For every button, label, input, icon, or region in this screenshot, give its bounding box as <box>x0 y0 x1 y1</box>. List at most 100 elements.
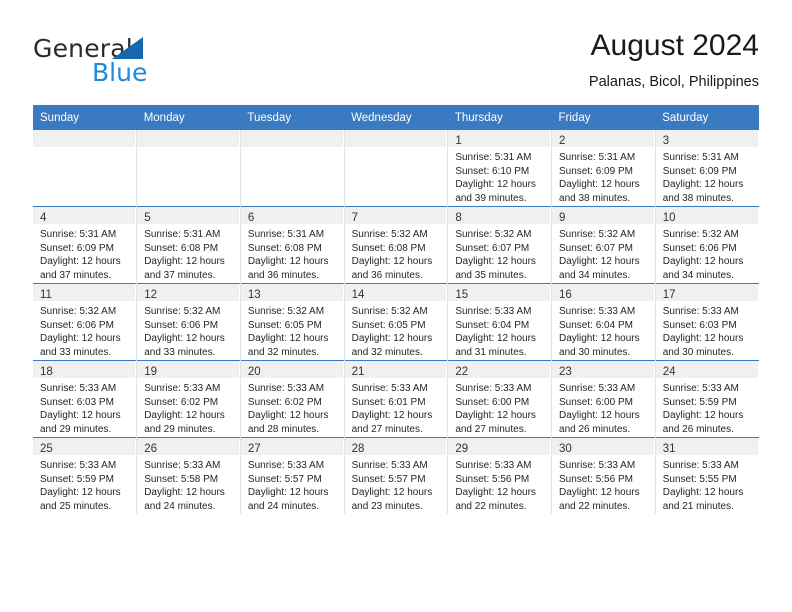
daylight-text: Daylight: 12 hours and 29 minutes. <box>144 410 225 435</box>
page-subtitle: Palanas, Bicol, Philippines <box>588 74 759 90</box>
calendar-day-cell[interactable]: 18 Sunrise: 5:33 AM Sunset: 6:03 PM Dayligh… <box>33 360 138 438</box>
sunset-text: Sunset: 6:05 PM <box>351 319 426 331</box>
calendar-day-cell[interactable]: 1 Sunrise: 5:31 AM Sunset: 6:10 PM Daylight… <box>447 130 553 207</box>
sunset-text: Sunset: 5:56 PM <box>455 473 530 485</box>
daylight-text: Daylight: 12 hours and 36 minutes. <box>247 256 329 281</box>
calendar-day-cell[interactable]: 2 Sunrise: 5:31 AM Sunset: 6:09 PM Daylight… <box>551 130 656 207</box>
calendar-day-cell[interactable]: 11 Sunrise: 5:32 AM Sunset: 6:06 PM Dayligh… <box>33 283 138 361</box>
day-number: 14 <box>351 289 365 301</box>
day-number-band: 15 <box>448 284 552 301</box>
day-number: 24 <box>662 366 676 378</box>
day-number: 6 <box>247 212 255 224</box>
daylight-text: Daylight: 12 hours and 33 minutes. <box>40 333 121 358</box>
day-number: 20 <box>247 366 261 378</box>
day-number: 21 <box>351 366 365 378</box>
sunrise-text: Sunrise: 5:33 AM <box>662 306 739 317</box>
calendar-day-cell[interactable]: 22 Sunrise: 5:33 AM Sunset: 6:00 PM Dayligh… <box>447 360 553 438</box>
daylight-text: Daylight: 12 hours and 26 minutes. <box>559 410 640 435</box>
calendar-day-cell[interactable]: 19 Sunrise: 5:33 AM Sunset: 6:02 PM Dayligh… <box>136 360 241 438</box>
calendar-day-cell[interactable]: 21 Sunrise: 5:33 AM Sunset: 6:01 PM Dayligh… <box>344 360 449 438</box>
page-header: General Blue August 2024 Palanas, Bicol,… <box>33 28 759 98</box>
weekday-header-tuesday: Tuesday <box>240 105 345 130</box>
sunrise-text: Sunrise: 5:33 AM <box>455 383 532 394</box>
sunrise-text: Sunrise: 5:33 AM <box>247 460 325 471</box>
daylight-text: Daylight: 12 hours and 38 minutes. <box>559 179 640 204</box>
sunrise-text: Sunrise: 5:33 AM <box>559 306 636 317</box>
calendar-day-cell[interactable]: 20 Sunrise: 5:33 AM Sunset: 6:02 PM Dayligh… <box>240 360 345 438</box>
calendar-day-cell[interactable]: 14 Sunrise: 5:32 AM Sunset: 6:05 PM Dayligh… <box>344 283 449 361</box>
day-details: Sunrise: 5:32 AM Sunset: 6:06 PM Daylight:… <box>137 301 240 359</box>
calendar-day-cell[interactable]: 10 Sunrise: 5:32 AM Sunset: 6:06 PM Dayligh… <box>655 206 759 284</box>
day-number: 13 <box>247 289 261 301</box>
calendar-day-cell[interactable]: 28 Sunrise: 5:33 AM Sunset: 5:57 PM Dayligh… <box>344 437 449 514</box>
sunset-text: Sunset: 6:04 PM <box>559 319 633 331</box>
day-number-band: 8 <box>448 207 552 224</box>
daylight-text: Daylight: 12 hours and 31 minutes. <box>455 333 536 358</box>
calendar-day-cell[interactable]: 8 Sunrise: 5:32 AM Sunset: 6:07 PM Daylight… <box>447 206 553 284</box>
calendar-day-cell[interactable]: 13 Sunrise: 5:32 AM Sunset: 6:05 PM Dayligh… <box>240 283 345 361</box>
day-number-band: 13 <box>240 284 344 301</box>
calendar-day-cell[interactable]: 31 Sunrise: 5:33 AM Sunset: 5:55 PM Dayligh… <box>655 437 759 514</box>
sunrise-text: Sunrise: 5:33 AM <box>351 383 428 394</box>
day-number-band: 12 <box>137 284 240 301</box>
day-details: Sunrise: 5:32 AM Sunset: 6:07 PM Daylight:… <box>552 224 655 282</box>
sunrise-text: Sunrise: 5:33 AM <box>662 383 739 394</box>
calendar-day-cell[interactable]: 23 Sunrise: 5:33 AM Sunset: 6:00 PM Dayligh… <box>551 360 656 438</box>
sunset-text: Sunset: 6:06 PM <box>144 319 219 331</box>
calendar-day-cell[interactable]: 25 Sunrise: 5:33 AM Sunset: 5:59 PM Dayligh… <box>33 437 138 514</box>
day-details: Sunrise: 5:32 AM Sunset: 6:06 PM Daylight:… <box>33 301 136 359</box>
calendar-day-cell[interactable]: 9 Sunrise: 5:32 AM Sunset: 6:07 PM Daylight… <box>551 206 656 284</box>
calendar-day-cell[interactable]: 12 Sunrise: 5:32 AM Sunset: 6:06 PM Dayligh… <box>136 283 241 361</box>
sunrise-text: Sunrise: 5:33 AM <box>559 460 636 471</box>
day-number: 26 <box>144 443 157 455</box>
daylight-text: Daylight: 12 hours and 35 minutes. <box>455 256 536 281</box>
day-number: 9 <box>559 212 566 224</box>
calendar-day-cell[interactable]: 3 Sunrise: 5:31 AM Sunset: 6:09 PM Daylight… <box>655 130 759 207</box>
sunset-text: Sunset: 6:03 PM <box>40 396 114 408</box>
sunrise-text: Sunrise: 5:33 AM <box>144 383 221 394</box>
daylight-text: Daylight: 12 hours and 36 minutes. <box>351 256 433 281</box>
calendar-day-cell[interactable]: 27 Sunrise: 5:33 AM Sunset: 5:57 PM Dayligh… <box>240 437 345 514</box>
day-number-band: 24 <box>655 361 759 378</box>
day-number-band: 23 <box>552 361 655 378</box>
sunset-text: Sunset: 5:57 PM <box>247 473 322 485</box>
daylight-text: Daylight: 12 hours and 33 minutes. <box>144 333 225 358</box>
day-number: 8 <box>455 212 462 224</box>
day-details: Sunrise: 5:31 AM Sunset: 6:09 PM Daylight:… <box>552 147 655 205</box>
calendar-day-cell[interactable]: 30 Sunrise: 5:33 AM Sunset: 5:56 PM Dayligh… <box>551 437 656 514</box>
daylight-text: Daylight: 12 hours and 22 minutes. <box>559 487 640 512</box>
day-number-band: 16 <box>552 284 655 301</box>
calendar-week-row: 4 Sunrise: 5:31 AM Sunset: 6:09 PM Daylight… <box>33 206 759 284</box>
calendar-day-cell[interactable]: 4 Sunrise: 5:31 AM Sunset: 6:09 PM Daylight… <box>33 206 138 284</box>
sunrise-text: Sunrise: 5:31 AM <box>247 229 325 240</box>
day-number: 3 <box>662 135 670 147</box>
weekday-header-wednesday: Wednesday <box>344 105 448 130</box>
calendar-day-cell[interactable]: 7 Sunrise: 5:32 AM Sunset: 6:08 PM Daylight… <box>344 206 449 284</box>
day-details: Sunrise: 5:32 AM Sunset: 6:06 PM Daylight:… <box>656 224 759 282</box>
calendar-day-cell[interactable]: 5 Sunrise: 5:31 AM Sunset: 6:08 PM Daylight… <box>136 206 241 284</box>
daylight-text: Daylight: 12 hours and 29 minutes. <box>40 410 121 435</box>
sunset-text: Sunset: 5:55 PM <box>662 473 737 485</box>
calendar-day-cell[interactable]: 16 Sunrise: 5:33 AM Sunset: 6:04 PM Dayligh… <box>551 283 656 361</box>
calendar-day-cell[interactable]: 26 Sunrise: 5:33 AM Sunset: 5:58 PM Dayligh… <box>136 437 241 514</box>
sunrise-text: Sunrise: 5:32 AM <box>662 229 739 240</box>
day-number-band: 6 <box>240 207 344 224</box>
calendar-day-cell[interactable]: 29 Sunrise: 5:33 AM Sunset: 5:56 PM Dayligh… <box>447 437 553 514</box>
calendar-day-cell[interactable]: 24 Sunrise: 5:33 AM Sunset: 5:59 PM Dayligh… <box>655 360 759 438</box>
sunrise-text: Sunrise: 5:31 AM <box>559 152 636 163</box>
calendar-day-cell[interactable]: 15 Sunrise: 5:33 AM Sunset: 6:04 PM Dayligh… <box>447 283 553 361</box>
day-number: 28 <box>351 443 365 455</box>
day-number-band <box>344 130 448 147</box>
day-number: 7 <box>351 212 359 224</box>
day-number-band: 10 <box>655 207 759 224</box>
sunset-text: Sunset: 5:59 PM <box>40 473 114 485</box>
calendar-day-cell[interactable]: 17 Sunrise: 5:33 AM Sunset: 6:03 PM Dayligh… <box>655 283 759 361</box>
sunset-text: Sunset: 6:09 PM <box>559 165 633 177</box>
sunset-text: Sunset: 6:00 PM <box>455 396 530 408</box>
weekday-header-sunday: Sunday <box>33 105 137 130</box>
day-details: Sunrise: 5:32 AM Sunset: 6:05 PM Daylight:… <box>241 301 344 359</box>
day-details: Sunrise: 5:32 AM Sunset: 6:05 PM Daylight:… <box>345 301 448 359</box>
general-blue-logo[interactable]: General Blue <box>33 34 263 92</box>
calendar-day-cell[interactable]: 6 Sunrise: 5:31 AM Sunset: 6:08 PM Daylight… <box>240 206 345 284</box>
day-details: Sunrise: 5:31 AM Sunset: 6:09 PM Daylight:… <box>656 147 759 205</box>
